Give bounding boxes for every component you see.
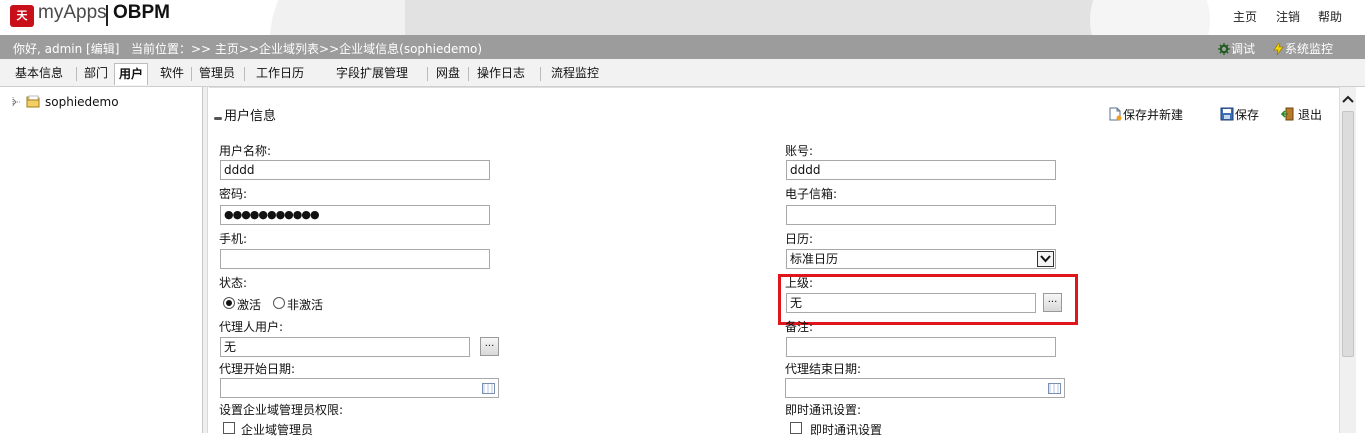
panel-title-text: 用户信息 [224, 109, 277, 124]
tab-admin[interactable]: 管理员 [199, 63, 235, 85]
scroll-up-arrow-icon[interactable] [1342, 93, 1354, 107]
panel-splitter[interactable] [203, 87, 208, 433]
tab-flow-monitor[interactable]: 流程监控 [551, 63, 599, 85]
phone-label: 手机: [219, 232, 248, 246]
calendar-select-value: 标准日历 [790, 252, 839, 266]
domain-admin-checkbox-label: 企业域管理员 [241, 423, 314, 437]
account-label: 账号: [785, 144, 814, 158]
logo-separator [106, 5, 108, 26]
email-label: 电子信箱: [785, 187, 838, 201]
tab-separator [427, 67, 428, 81]
domain-tree: sophiedemo [0, 87, 203, 433]
main-tabs: 基本信息 部门 用户 软件 管理员 工作日历 字段扩展管理 网盘 操作日志 流程… [0, 59, 1365, 87]
superior-picker-button[interactable]: ... [1043, 293, 1062, 312]
proxy-start-input[interactable] [220, 378, 499, 398]
tab-work-calendar[interactable]: 工作日历 [256, 63, 304, 85]
panel-title: 用户信息 [213, 105, 276, 124]
im-settings-checkbox[interactable] [790, 422, 802, 434]
home-link[interactable]: 主页 [1233, 8, 1257, 25]
exit-button[interactable]: 退出 [1281, 106, 1322, 123]
minus-icon [214, 117, 222, 120]
system-monitor-label: 系统监控 [1285, 42, 1334, 56]
tab-separator [468, 67, 469, 81]
state-active-radio[interactable] [223, 297, 235, 309]
password-input[interactable]: ●●●●●●●●●●● [220, 205, 490, 225]
tree-node-sophiedemo[interactable]: sophiedemo [45, 95, 119, 109]
exit-door-icon [1281, 107, 1294, 121]
save-and-new-button[interactable]: 保存并新建 [1108, 106, 1183, 123]
im-settings-checkbox-label: 即时通讯设置 [810, 423, 883, 437]
chevron-down-icon[interactable] [1037, 251, 1054, 267]
calendar-select[interactable]: 标准日历 [786, 249, 1056, 269]
tab-separator [191, 67, 192, 81]
tab-department[interactable]: 部门 [84, 63, 108, 85]
tab-separator [540, 67, 541, 81]
im-settings-label: 即时通讯设置: [785, 403, 862, 417]
tab-software[interactable]: 软件 [160, 63, 184, 85]
state-active-label: 激活 [237, 298, 262, 312]
domain-admin-checkbox[interactable] [223, 422, 235, 434]
tab-separator [76, 67, 77, 81]
gear-icon [1218, 43, 1230, 55]
status-bar: 你好, admin [编辑] 当前位置：>> 主页>>企业域列表>>企业域信息(… [0, 35, 1365, 59]
remark-label: 备注: [785, 320, 814, 334]
app-logo-obpm: OBPM [113, 2, 170, 23]
save-label: 保存 [1235, 108, 1260, 122]
superior-input[interactable]: 无 [786, 293, 1036, 313]
window-edge [1356, 87, 1365, 433]
tree-expander-icon[interactable] [10, 96, 21, 107]
tab-basic-info[interactable]: 基本信息 [15, 63, 63, 85]
help-link[interactable]: 帮助 [1318, 8, 1342, 25]
password-label: 密码: [219, 187, 248, 201]
save-and-new-label: 保存并新建 [1123, 108, 1184, 122]
state-inactive-label: 非激活 [287, 298, 324, 312]
tab-separator [244, 67, 245, 81]
exit-label: 退出 [1298, 108, 1323, 122]
account-input[interactable]: dddd [786, 160, 1056, 180]
folder-icon [26, 94, 41, 111]
tab-user[interactable]: 用户 [114, 63, 149, 85]
debug-label: 调试 [1231, 42, 1256, 56]
tab-operation-log[interactable]: 操作日志 [477, 63, 525, 85]
header-decoration [1090, 0, 1210, 35]
domain-admin-label: 设置企业域管理员权限: [219, 403, 344, 417]
logout-link[interactable]: 注销 [1276, 8, 1300, 25]
app-logo-icon: 天 [10, 5, 34, 27]
proxy-user-picker-button[interactable]: ... [480, 337, 499, 356]
user-info-panel: 用户信息 保存并新建 保存 退出 用户名称: dddd 密码: ●●●●●●●●… [209, 87, 1339, 437]
phone-input[interactable] [220, 249, 490, 269]
scrollbar-thumb[interactable] [1342, 111, 1354, 357]
calendar-icon[interactable] [1048, 383, 1061, 394]
proxy-user-label: 代理人用户: [219, 320, 284, 334]
calendar-icon[interactable] [482, 383, 495, 394]
system-monitor-button[interactable]: 系统监控 [1273, 40, 1333, 57]
app-logo-text: myApps [38, 2, 107, 23]
lightning-icon [1273, 43, 1284, 55]
username-label: 用户名称: [219, 144, 272, 158]
user-greeting[interactable]: 你好, admin [编辑] [13, 40, 119, 57]
superior-label: 上级: [785, 276, 814, 290]
state-inactive-radio[interactable] [273, 297, 285, 309]
state-label: 状态: [219, 276, 248, 290]
proxy-end-label: 代理结束日期: [785, 362, 862, 376]
proxy-start-label: 代理开始日期: [219, 362, 296, 376]
username-input[interactable]: dddd [220, 160, 490, 180]
tab-field-extension[interactable]: 字段扩展管理 [336, 63, 408, 85]
debug-button[interactable]: 调试 [1218, 40, 1255, 57]
breadcrumb[interactable]: 当前位置：>> 主页>>企业域列表>>企业域信息(sophiedemo) [131, 40, 482, 57]
email-input[interactable] [786, 205, 1056, 225]
tab-netdisk[interactable]: 网盘 [436, 63, 460, 85]
vertical-scrollbar[interactable] [1339, 87, 1356, 433]
save-icon [1220, 107, 1234, 121]
top-header: 天 myApps OBPM 主页 注销 帮助 [0, 0, 1365, 35]
calendar-label: 日历: [785, 232, 814, 246]
header-decoration [405, 0, 1140, 35]
remark-input[interactable] [786, 337, 1056, 357]
save-button[interactable]: 保存 [1220, 106, 1259, 123]
new-document-icon [1109, 107, 1122, 121]
proxy-end-input[interactable] [785, 378, 1065, 398]
proxy-user-input[interactable]: 无 [220, 337, 470, 357]
